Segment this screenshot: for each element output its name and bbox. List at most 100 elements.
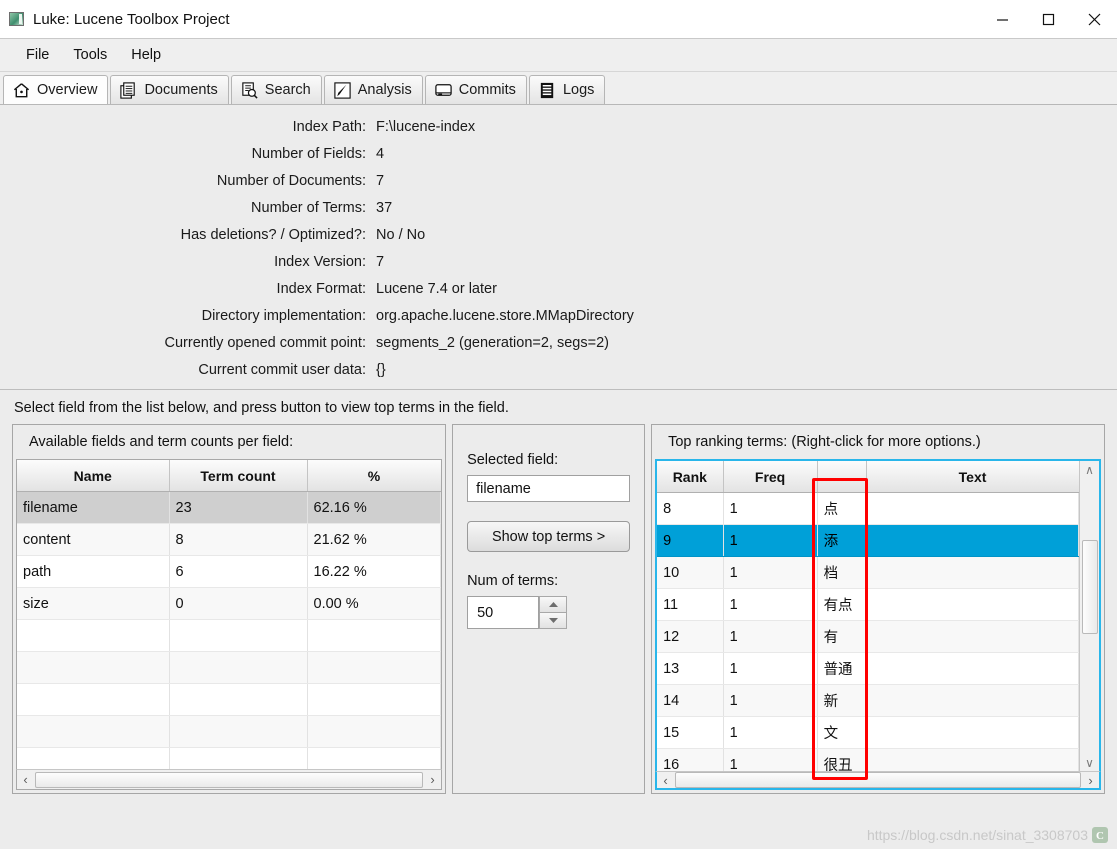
show-top-terms-button[interactable]: Show top terms >	[467, 521, 631, 552]
terms-vertical-scrollbar[interactable]: ∧ ∨	[1079, 461, 1099, 771]
commits-icon	[434, 81, 453, 100]
scroll-up-icon[interactable]: ∧	[1081, 461, 1098, 478]
cell-freq: 1	[723, 652, 818, 685]
cell-blank	[866, 492, 1079, 525]
cell-count: 0	[169, 587, 308, 620]
scroll-right-icon[interactable]: ›	[424, 771, 441, 788]
menu-item-help[interactable]: Help	[119, 44, 173, 66]
column-header-text[interactable]: Text	[866, 461, 1079, 493]
cell-name	[17, 747, 170, 769]
table-row[interactable]: content 8 21.62 %	[17, 523, 442, 556]
info-row: Directory implementation: org.apache.luc…	[0, 302, 1117, 329]
documents-icon	[119, 81, 138, 100]
tab-label: Analysis	[357, 82, 412, 98]
scrollbar-thumb[interactable]	[35, 771, 424, 788]
cell-rank: 8	[657, 492, 724, 525]
info-label: Directory implementation:	[201, 307, 366, 324]
menu-item-tools[interactable]: Tools	[61, 44, 119, 66]
info-label: Index Format:	[276, 280, 366, 297]
table-row[interactable]: 11 1 有点	[657, 588, 1079, 621]
tab-label: Commits	[458, 82, 516, 98]
minimize-button[interactable]	[979, 0, 1025, 38]
cell-blank	[866, 716, 1079, 749]
cell-rank: 10	[657, 556, 724, 589]
num-of-terms-label: Num of terms:	[467, 573, 559, 589]
menu-item-file[interactable]: File	[14, 44, 61, 66]
menu-bar: File Tools Help	[0, 39, 1117, 72]
table-row[interactable]: 8 1 点	[657, 492, 1079, 525]
tab-documents[interactable]: Documents	[110, 75, 229, 104]
window-controls	[979, 0, 1117, 38]
terms-horizontal-scrollbar[interactable]: ‹ ›	[655, 771, 1101, 790]
cell-name	[17, 683, 170, 716]
table-row[interactable]	[17, 747, 442, 769]
cell-count	[169, 715, 308, 748]
scroll-down-icon[interactable]: ∨	[1081, 754, 1098, 771]
stepper-down-icon[interactable]	[539, 612, 568, 629]
scrollbar-thumb[interactable]	[675, 772, 1081, 788]
info-value: {}	[376, 361, 386, 378]
info-value: 7	[376, 172, 385, 189]
column-header-spacer[interactable]	[817, 461, 867, 493]
info-row: Index Path: F:\lucene-index	[0, 113, 1117, 140]
stepper-up-icon[interactable]	[539, 596, 568, 612]
cell-text: 有	[817, 620, 867, 653]
fields-horizontal-scrollbar[interactable]: ‹ ›	[16, 769, 443, 790]
cell-freq: 1	[723, 684, 818, 717]
table-row[interactable]	[17, 651, 442, 684]
cell-text: 新	[817, 684, 867, 717]
table-row[interactable]: 10 1 档	[657, 556, 1079, 589]
table-row[interactable]: size 0 0.00 %	[17, 587, 442, 620]
table-row[interactable]: path 6 16.22 %	[17, 555, 442, 588]
table-row[interactable]: 14 1 新	[657, 684, 1079, 717]
table-row[interactable]: 16 1 很丑	[657, 748, 1079, 771]
scrollbar-thumb[interactable]	[1081, 540, 1098, 634]
cell-pct	[307, 715, 442, 748]
table-row[interactable]	[17, 715, 442, 748]
tab-label: Search	[264, 82, 311, 98]
column-header-rank[interactable]: Rank	[657, 461, 724, 493]
maximize-button[interactable]	[1025, 0, 1071, 38]
tab-logs[interactable]: Logs	[528, 75, 606, 104]
info-row: Index Version: 7	[0, 248, 1117, 275]
scroll-right-icon[interactable]: ›	[1082, 772, 1099, 789]
analysis-icon	[333, 81, 352, 100]
info-value: 7	[376, 253, 385, 270]
num-of-terms-stepper[interactable]: 50	[467, 596, 568, 629]
table-row[interactable]: 12 1 有	[657, 620, 1079, 653]
column-header-name[interactable]: Name	[17, 460, 170, 492]
scroll-left-icon[interactable]: ‹	[657, 772, 674, 789]
table-row[interactable]: 15 1 文	[657, 716, 1079, 749]
tab-search[interactable]: Search	[230, 75, 322, 104]
info-value: No / No	[376, 226, 426, 243]
tab-analysis[interactable]: Analysis	[323, 75, 423, 104]
home-icon	[12, 81, 31, 100]
table-row[interactable]: 13 1 普通	[657, 652, 1079, 685]
info-label: Current commit user data:	[198, 361, 366, 378]
num-of-terms-input[interactable]: 50	[467, 596, 540, 629]
cell-freq: 1	[723, 620, 818, 653]
fields-panel: Available fields and term counts per fie…	[12, 424, 447, 794]
info-row: Index Format: Lucene 7.4 or later	[0, 275, 1117, 302]
table-row[interactable]: 9 1 添	[657, 524, 1079, 557]
cell-pct	[307, 683, 442, 716]
terms-table-wrap[interactable]: Rank Freq Text 8 1 点 9 1 添 10 1 档 11 1 有…	[655, 459, 1101, 771]
table-row[interactable]: filename 23 62.16 %	[17, 491, 442, 524]
tab-overview[interactable]: Overview	[3, 75, 109, 104]
scroll-left-icon[interactable]: ‹	[17, 771, 34, 788]
cell-name: path	[17, 555, 170, 588]
column-header-pct[interactable]: %	[307, 460, 441, 492]
fields-table-wrap[interactable]: Name Term count % filename 23 62.16 % co…	[16, 459, 443, 769]
close-button[interactable]	[1071, 0, 1117, 38]
info-row: Number of Documents: 7	[0, 167, 1117, 194]
tab-commits[interactable]: Commits	[424, 75, 527, 104]
info-value: 37	[376, 199, 393, 216]
cell-blank	[866, 620, 1079, 653]
table-row[interactable]	[17, 619, 442, 652]
info-row: Number of Terms: 37	[0, 194, 1117, 221]
table-row[interactable]	[17, 683, 442, 716]
column-header-freq[interactable]: Freq	[723, 461, 818, 493]
bottom-section: Available fields and term counts per fie…	[0, 424, 1117, 794]
selected-field-input[interactable]: filename	[467, 475, 631, 502]
column-header-count[interactable]: Term count	[169, 460, 308, 492]
